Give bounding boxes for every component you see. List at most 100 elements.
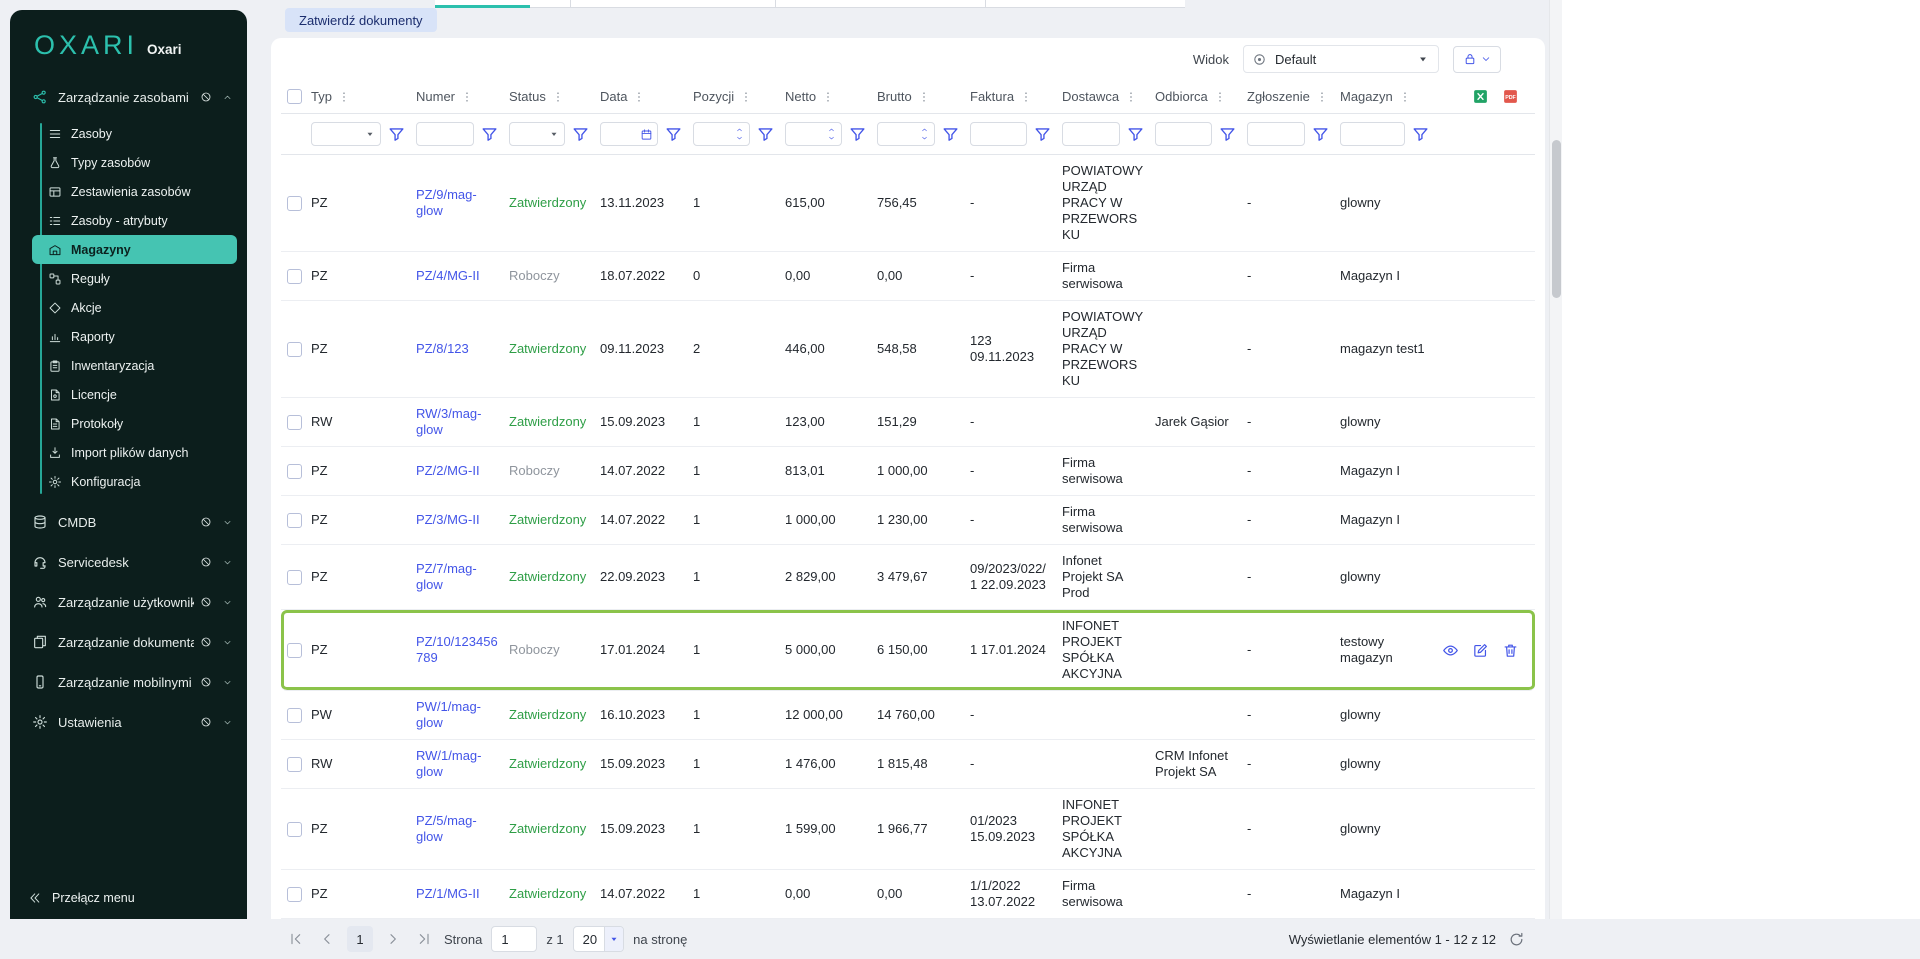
sidebar-item-typy-zasobow[interactable]: Typy zasobów [32,148,237,177]
filter-input-dostawca[interactable] [1062,122,1120,146]
tab-stub-active[interactable] [435,0,530,8]
row-checkbox[interactable] [287,570,302,585]
filter-input-status[interactable] [509,122,565,146]
filter-button[interactable] [1411,125,1430,144]
document-link[interactable]: PZ/9/mag-glow [416,187,477,218]
sidebar-item-magazyny[interactable]: Magazyny [32,235,237,264]
row-checkbox[interactable] [287,887,302,902]
filter-input-data[interactable] [600,122,658,146]
row-checkbox[interactable] [287,757,302,772]
view-preset-select[interactable]: Default [1243,45,1439,73]
document-link[interactable]: PZ/8/123 [416,341,469,356]
row-checkbox[interactable] [287,708,302,723]
column-menu-icon[interactable] [551,90,565,104]
number-spinner[interactable] [919,126,930,142]
page-size-select[interactable]: 20 [573,926,624,952]
sidebar-item-akcje[interactable]: Akcje [32,293,237,322]
column-menu-icon[interactable] [1124,90,1138,104]
pdf-export-icon[interactable]: PDF [1502,88,1519,105]
filter-input-zgloszenie[interactable] [1247,122,1305,146]
document-link[interactable]: PZ/5/mag-glow [416,813,477,844]
filter-input-faktura[interactable] [970,122,1027,146]
page-input[interactable]: 1 [491,926,537,952]
filter-button[interactable] [664,125,683,144]
filter-button[interactable] [1033,125,1052,144]
document-link[interactable]: PZ/1/MG-II [416,886,480,901]
row-checkbox[interactable] [287,342,302,357]
next-page-button[interactable] [382,928,404,950]
excel-export-icon[interactable] [1472,88,1489,105]
filter-input-magazyn[interactable] [1340,122,1405,146]
filter-button[interactable] [848,125,867,144]
column-menu-icon[interactable] [1398,90,1412,104]
sidebar-item-import-plikow-danych[interactable]: Import plików danych [32,438,237,467]
view-document-button[interactable] [1442,642,1459,659]
filter-button[interactable] [387,125,406,144]
column-menu-icon[interactable] [1019,90,1033,104]
select-all-checkbox[interactable] [287,89,302,104]
sidebar-item-licencje[interactable]: Licencje [32,380,237,409]
sidebar-section-zarzadzanie-zasobami[interactable]: Zarządzanie zasobami [10,77,247,117]
document-link[interactable]: PZ/2/MG-II [416,463,480,478]
filter-input-pozycji[interactable] [693,122,750,146]
column-menu-icon[interactable] [739,90,753,104]
document-link[interactable]: RW/1/mag-glow [416,748,482,779]
approve-documents-button[interactable]: Zatwierdź dokumenty [285,8,437,32]
filter-button[interactable] [571,125,590,144]
column-menu-icon[interactable] [917,90,931,104]
lock-button[interactable] [1453,46,1501,73]
column-menu-icon[interactable] [1315,90,1329,104]
sidebar-section-zarzadzanie-dokumentami[interactable]: Zarządzanie dokumentami [10,622,247,662]
number-spinner[interactable] [826,126,837,142]
column-menu-icon[interactable] [337,90,351,104]
sidebar-item-zasoby-atrybuty[interactable]: Zasoby - atrybuty [32,206,237,235]
sidebar-section-ustawienia[interactable]: Ustawienia [10,702,247,742]
filter-button[interactable] [941,125,960,144]
filter-button[interactable] [480,125,499,144]
sidebar-item-inwentaryzacja[interactable]: Inwentaryzacja [32,351,237,380]
filter-input-netto[interactable] [785,122,842,146]
filter-button[interactable] [1126,125,1145,144]
document-link[interactable]: PW/1/mag-glow [416,699,481,730]
filter-input-brutto[interactable] [877,122,935,146]
refresh-button[interactable] [1505,928,1527,950]
filter-button[interactable] [1311,125,1330,144]
document-link[interactable]: PZ/10/123456789 [416,634,498,665]
filter-input-numer[interactable] [416,122,474,146]
row-checkbox[interactable] [287,269,302,284]
document-link[interactable]: PZ/7/mag-glow [416,561,477,592]
edit-document-button[interactable] [1472,642,1489,659]
row-checkbox[interactable] [287,415,302,430]
sidebar-item-raporty[interactable]: Raporty [32,322,237,351]
row-checkbox[interactable] [287,513,302,528]
sidebar-item-konfiguracja[interactable]: Konfiguracja [32,467,237,496]
filter-input-typ[interactable] [311,122,381,146]
column-menu-icon[interactable] [460,90,474,104]
filter-button[interactable] [756,125,775,144]
delete-document-button[interactable] [1502,642,1519,659]
document-link[interactable]: PZ/4/MG-II [416,268,480,283]
row-checkbox[interactable] [287,643,302,658]
sidebar-section-zarzadzanie-uzytkownikami[interactable]: Zarządzanie użytkownikami [10,582,247,622]
sidebar-item-zestawienia-zasobow[interactable]: Zestawienia zasobów [32,177,237,206]
document-link[interactable]: RW/3/mag-glow [416,406,482,437]
column-menu-icon[interactable] [821,90,835,104]
vertical-scrollbar[interactable] [1549,0,1562,919]
row-checkbox[interactable] [287,822,302,837]
sidebar-item-zasoby[interactable]: Zasoby [32,119,237,148]
document-link[interactable]: PZ/3/MG-II [416,512,480,527]
sidebar-item-reguly[interactable]: Reguły [32,264,237,293]
row-checkbox[interactable] [287,464,302,479]
last-page-button[interactable] [413,928,435,950]
sidebar-item-protokoly[interactable]: Protokoły [32,409,237,438]
page-number-button[interactable]: 1 [347,926,373,952]
toggle-menu[interactable]: Przełącz menu [10,879,247,919]
scrollbar-thumb[interactable] [1552,140,1561,298]
column-menu-icon[interactable] [632,90,646,104]
row-checkbox[interactable] [287,196,302,211]
first-page-button[interactable] [285,928,307,950]
sidebar-section-servicedesk[interactable]: Servicedesk [10,542,247,582]
prev-page-button[interactable] [316,928,338,950]
filter-input-odbiorca[interactable] [1155,122,1212,146]
number-spinner[interactable] [734,126,745,142]
